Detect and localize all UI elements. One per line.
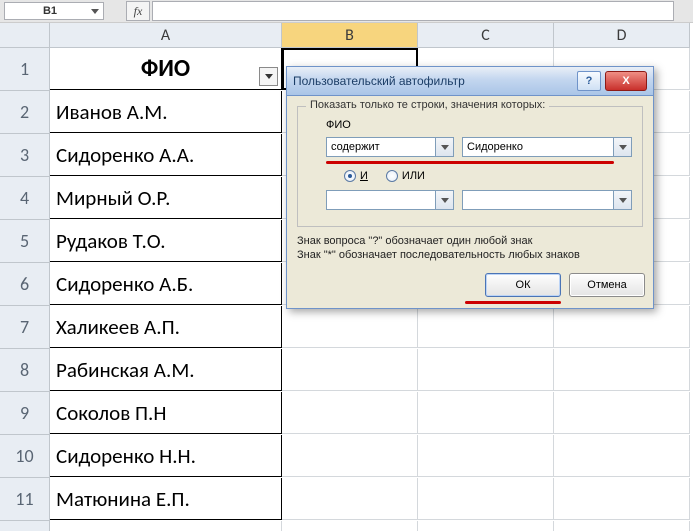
- data-cell[interactable]: Матюнина Е.П.: [50, 478, 282, 520]
- fx-region: fx: [126, 1, 674, 21]
- row-header[interactable]: 11: [0, 478, 50, 521]
- empty-cell[interactable]: [418, 521, 554, 531]
- row-header[interactable]: 7: [0, 306, 50, 349]
- column-header[interactable]: A: [50, 23, 282, 48]
- dialog-title: Пользовательский автофильтр: [293, 74, 573, 88]
- chevron-down-icon: [91, 9, 99, 14]
- hint-asterisk: Знак "*" обозначает последовательность л…: [297, 249, 643, 261]
- row-header[interactable]: 8: [0, 349, 50, 392]
- empty-cell[interactable]: [282, 478, 418, 520]
- logic-or-option[interactable]: ИЛИ: [386, 170, 425, 182]
- select-all-corner[interactable]: [0, 23, 50, 48]
- header-label: ФИО: [141, 54, 190, 83]
- criteria-groupbox: Показать только те строки, значения кото…: [297, 106, 643, 227]
- custom-autofilter-dialog: Пользовательский автофильтр ? X Показать…: [286, 66, 654, 309]
- help-button[interactable]: ?: [577, 71, 601, 91]
- condition1-operator-value: содержит: [331, 141, 380, 153]
- data-cell[interactable]: Рудаков Т.О.: [50, 220, 282, 262]
- ok-button[interactable]: ОК: [485, 273, 561, 297]
- chevron-down-icon: [435, 191, 453, 209]
- row-header[interactable]: 2: [0, 91, 50, 134]
- data-cell[interactable]: Халикеев А.П.: [50, 306, 282, 348]
- condition2-operator-combo[interactable]: [326, 190, 454, 210]
- data-cell[interactable]: Соколов П.Н: [50, 392, 282, 434]
- empty-cell[interactable]: [418, 306, 554, 348]
- empty-cell[interactable]: [282, 435, 418, 477]
- chevron-down-icon: [435, 138, 453, 156]
- name-box-ref: B1: [9, 5, 91, 17]
- row-header[interactable]: 5: [0, 220, 50, 263]
- empty-cell[interactable]: [418, 435, 554, 477]
- group-legend: Показать только те строки, значения кото…: [306, 99, 549, 111]
- empty-cell[interactable]: [418, 392, 554, 434]
- row-header[interactable]: 10: [0, 435, 50, 478]
- condition-row-2: [326, 190, 632, 210]
- column-header[interactable]: C: [418, 23, 554, 48]
- empty-cell[interactable]: [418, 478, 554, 520]
- row-header[interactable]: 6: [0, 263, 50, 306]
- chevron-down-icon: [613, 191, 631, 209]
- chevron-down-icon: [265, 74, 273, 79]
- highlight-underline: [326, 161, 614, 164]
- formula-input[interactable]: [152, 1, 674, 21]
- empty-cell[interactable]: [282, 521, 418, 531]
- empty-cell[interactable]: [554, 521, 690, 531]
- logic-or-label: ИЛИ: [402, 170, 425, 182]
- header-cell[interactable]: ФИО: [50, 48, 282, 90]
- row-header[interactable]: 1: [0, 48, 50, 91]
- cancel-button[interactable]: Отмена: [569, 273, 645, 297]
- condition1-value-combo[interactable]: Сидоренко: [462, 137, 632, 157]
- row-header[interactable]: 3: [0, 134, 50, 177]
- radio-icon: [386, 170, 398, 182]
- hint-question-mark: Знак вопроса "?" обозначает один любой з…: [297, 235, 643, 247]
- empty-cell[interactable]: [554, 349, 690, 391]
- data-cell[interactable]: Рабинская А.М.: [50, 349, 282, 391]
- logic-radio-row: И ИЛИ: [344, 170, 632, 182]
- dialog-button-row: ОК Отмена: [287, 267, 653, 307]
- row-header[interactable]: 9: [0, 392, 50, 435]
- data-cell[interactable]: Иванов А.М.: [50, 91, 282, 133]
- empty-cell[interactable]: [282, 392, 418, 434]
- close-button[interactable]: X: [605, 71, 647, 91]
- column-header[interactable]: D: [554, 23, 690, 48]
- condition2-value-combo[interactable]: [462, 190, 632, 210]
- empty-cell[interactable]: [418, 349, 554, 391]
- data-cell[interactable]: Мирный О.Р.: [50, 177, 282, 219]
- row-header[interactable]: [0, 521, 50, 531]
- data-cell[interactable]: Сидоренко А.Б.: [50, 263, 282, 305]
- data-cell[interactable]: Сидоренко А.А.: [50, 134, 282, 176]
- name-box[interactable]: B1: [4, 2, 104, 20]
- empty-cell[interactable]: [554, 306, 690, 348]
- data-cell[interactable]: Сидоренко Н.Н.: [50, 435, 282, 477]
- row-header[interactable]: 4: [0, 177, 50, 220]
- dialog-titlebar[interactable]: Пользовательский автофильтр ? X: [287, 67, 653, 96]
- empty-cell[interactable]: [50, 521, 282, 531]
- radio-icon: [344, 170, 356, 182]
- logic-and-option[interactable]: И: [344, 170, 368, 182]
- empty-cell[interactable]: [554, 478, 690, 520]
- logic-and-label: И: [360, 170, 368, 182]
- empty-cell[interactable]: [282, 306, 418, 348]
- condition1-operator-combo[interactable]: содержит: [326, 137, 454, 157]
- empty-cell[interactable]: [554, 435, 690, 477]
- close-icon: X: [622, 75, 629, 87]
- dialog-body: Показать только те строки, значения кото…: [287, 96, 653, 267]
- empty-cell[interactable]: [554, 392, 690, 434]
- empty-cell[interactable]: [282, 349, 418, 391]
- fx-button[interactable]: fx: [126, 1, 150, 21]
- chevron-down-icon: [613, 138, 631, 156]
- filter-dropdown-button[interactable]: [259, 67, 278, 86]
- field-label: ФИО: [326, 119, 632, 131]
- condition1-value: Сидоренко: [467, 141, 523, 153]
- formula-bar-region: B1 fx: [0, 0, 693, 23]
- condition-row-1: содержит Сидоренко: [326, 137, 632, 157]
- column-header[interactable]: B: [282, 23, 418, 48]
